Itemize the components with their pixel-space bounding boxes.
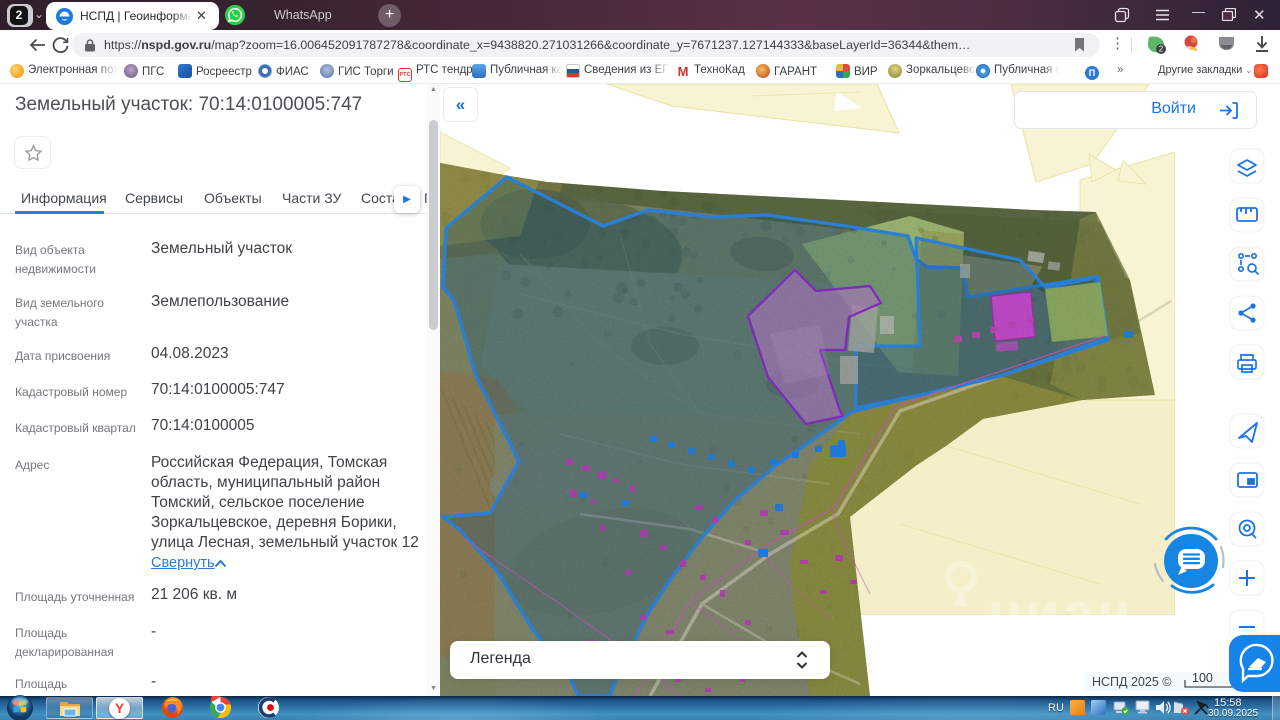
svg-text:циан: циан [988,581,1134,644]
svg-text:2: 2 [1159,45,1164,54]
